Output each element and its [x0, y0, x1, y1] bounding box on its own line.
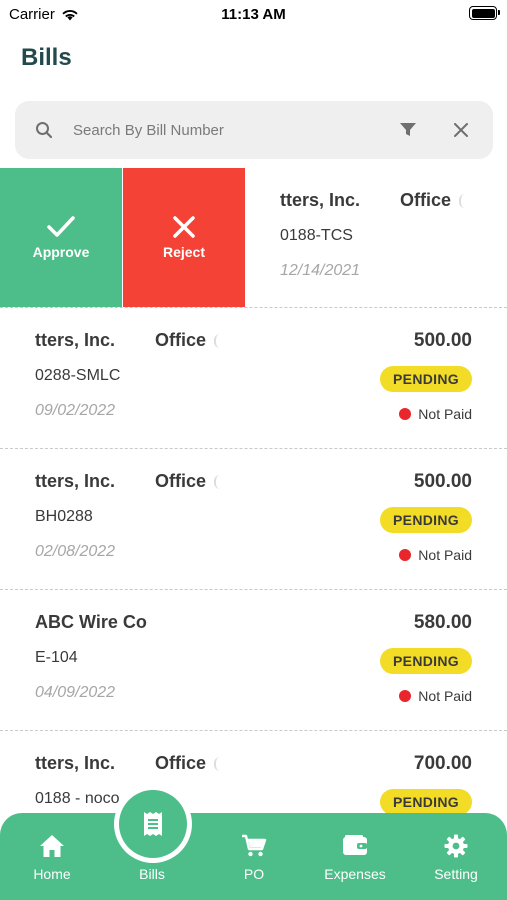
vendor-name: tters, Inc.: [35, 330, 116, 350]
bill-amount: 500.00: [413, 471, 472, 492]
bill-date: 12/14/2021: [280, 262, 361, 279]
not-paid-dot-icon: [399, 690, 412, 702]
vendor-name: tters, Inc.: [35, 471, 116, 491]
bill-row[interactable]: tters, Inc. Office BH0288 02/08/2022 500…: [0, 449, 507, 590]
vendor-name: tters, Inc.: [280, 190, 361, 210]
bill-amount: 700.00: [413, 753, 472, 774]
status-badge: PENDING: [380, 507, 472, 533]
bills-fab-button[interactable]: [119, 790, 187, 858]
department-name: Office: [400, 190, 452, 210]
truncation-mark: [214, 334, 220, 348]
payment-status: Not Paid: [399, 406, 472, 422]
status-badge: PENDING: [380, 648, 472, 674]
bill-date: 09/02/2022: [35, 402, 116, 419]
bill-date: 04/09/2022: [35, 684, 116, 701]
status-badge: PENDING: [380, 789, 472, 815]
tab-home-label: Home: [33, 866, 71, 882]
receipt-icon: [144, 812, 162, 836]
search-icon: [36, 122, 53, 139]
payment-status-label: Not Paid: [418, 547, 472, 563]
tab-expenses-label: Expenses: [324, 866, 386, 882]
bottom-tab-bar: Home Bills PO Expenses Setting: [0, 813, 507, 900]
cart-icon: [242, 834, 267, 857]
truncation-mark: [459, 194, 465, 208]
bill-list: Approve Reject tters, Inc. Office 0188-T…: [0, 168, 507, 872]
bill-amount: 580.00: [413, 612, 472, 633]
home-icon: [40, 835, 64, 857]
bill-date: 02/08/2022: [35, 543, 116, 560]
payment-status: Not Paid: [399, 688, 472, 704]
bill-amount: 500.00: [413, 330, 472, 351]
search-bar[interactable]: [15, 101, 493, 159]
truncation-mark: [214, 475, 220, 489]
bill-row[interactable]: Approve Reject tters, Inc. Office 0188-T…: [0, 168, 507, 308]
bill-number: E-104: [35, 649, 78, 666]
approve-button[interactable]: Approve: [0, 168, 122, 307]
bill-number: BH0288: [35, 508, 93, 525]
payment-status-label: Not Paid: [418, 688, 472, 704]
bill-number: 0188 - noco: [35, 790, 120, 807]
vendor-name: tters, Inc.: [35, 753, 116, 773]
tab-setting-label: Setting: [434, 866, 478, 882]
status-bar: Carrier 11:13 AM: [0, 0, 507, 30]
not-paid-dot-icon: [399, 408, 412, 420]
gear-icon: [444, 834, 468, 858]
page-title: Bills: [21, 44, 72, 71]
department-name: Office: [155, 753, 207, 773]
bill-number: 0188-TCS: [280, 227, 353, 244]
bill-row[interactable]: ABC Wire Co E-104 04/09/2022 580.00 PEND…: [0, 590, 507, 731]
close-icon: [173, 216, 195, 238]
not-paid-dot-icon: [399, 549, 412, 561]
vendor-name: ABC Wire Co: [35, 612, 147, 632]
checkmark-icon: [47, 216, 75, 237]
payment-status-label: Not Paid: [418, 406, 472, 422]
wallet-icon: [343, 835, 367, 855]
clear-search-icon[interactable]: [454, 123, 468, 137]
bill-number: 0288-SMLC: [35, 367, 121, 384]
bill-row[interactable]: tters, Inc. Office 0288-SMLC 09/02/2022 …: [0, 308, 507, 449]
tab-po-label: PO: [243, 866, 265, 882]
tab-expenses[interactable]: Expenses: [310, 813, 400, 900]
search-input[interactable]: [73, 101, 373, 159]
status-badge: PENDING: [380, 366, 472, 392]
tab-bills-label: Bills: [139, 866, 165, 882]
department-name: Office: [155, 330, 207, 350]
tab-home[interactable]: Home: [7, 813, 97, 900]
tab-po[interactable]: PO: [209, 813, 299, 900]
truncation-mark: [214, 757, 220, 771]
department-name: Office: [155, 471, 207, 491]
filter-icon[interactable]: [399, 122, 417, 138]
payment-status: Not Paid: [399, 547, 472, 563]
battery-icon: [469, 6, 500, 20]
approve-label: Approve: [32, 244, 90, 260]
reject-label: Reject: [162, 244, 206, 260]
clock: 11:13 AM: [221, 6, 286, 23]
reject-button[interactable]: Reject: [123, 168, 245, 307]
tab-setting[interactable]: Setting: [411, 813, 501, 900]
